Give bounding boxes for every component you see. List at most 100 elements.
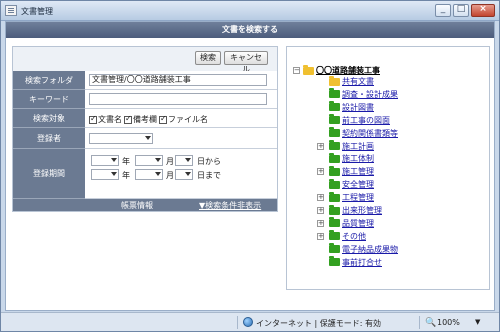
from-day-select[interactable]	[175, 155, 193, 166]
tree-item[interactable]: 品質管理	[329, 217, 374, 229]
expand-icon[interactable]: +	[317, 207, 324, 214]
tree-item[interactable]: 安全管理	[329, 178, 374, 190]
tree-item-label[interactable]: 品質管理	[342, 218, 374, 229]
maximize-button[interactable]: □	[453, 4, 469, 17]
tree-item[interactable]: 施工管理	[329, 165, 374, 177]
chevron-down-icon	[185, 158, 191, 162]
tree-item-label[interactable]: 施工体制	[342, 153, 374, 164]
browser-window: 文書管理 _ □ × 文書を検索する 検索 キャンセル 検索フォルダ 文書管理/…	[0, 0, 500, 332]
tree-item[interactable]: その他	[329, 230, 366, 242]
close-button[interactable]: ×	[471, 4, 495, 17]
folder-icon	[329, 152, 340, 163]
search-button[interactable]: 検索	[195, 51, 221, 65]
tree-root[interactable]: − 〇〇道路舗装工事	[293, 64, 380, 76]
checkbox-checked-icon	[159, 114, 167, 124]
folder-icon	[329, 88, 340, 99]
form-info-link[interactable]: 帳票情報	[121, 200, 153, 211]
tree-item[interactable]: 出来形管理	[329, 204, 382, 216]
zoom-icon[interactable]: 🔍	[425, 318, 436, 328]
checkbox-checked-icon	[124, 114, 132, 124]
folder-icon	[329, 114, 340, 125]
tree-item-label[interactable]: 共有文書	[342, 76, 374, 87]
checkbox-remarks-label: 備考欄	[133, 115, 157, 124]
tree-item-label[interactable]: 工程管理	[342, 192, 374, 203]
tree-item-label[interactable]: 施工管理	[342, 166, 374, 177]
expand-icon[interactable]: +	[317, 142, 324, 150]
document-app-icon	[5, 5, 17, 16]
to-day-unit: 日まで	[197, 171, 221, 180]
from-month-unit: 月	[166, 157, 174, 166]
tree-item[interactable]: 電子納品成果物	[329, 243, 398, 255]
maximize-icon: □	[456, 4, 466, 14]
checkbox-remarks[interactable]: 備考欄	[124, 114, 157, 125]
to-month-select[interactable]	[135, 169, 163, 180]
status-separator	[237, 316, 238, 329]
folder-icon	[329, 127, 340, 138]
tree-item-label[interactable]: その他	[342, 231, 366, 242]
row-keyword: キーワード	[13, 90, 277, 109]
expand-icon[interactable]: +	[317, 168, 324, 176]
checkbox-document-name-label: 文書名	[98, 115, 122, 124]
tree-item-label[interactable]: 施工計画	[342, 141, 374, 152]
close-icon: ×	[479, 4, 487, 14]
tree-item[interactable]: 設計図書	[329, 101, 374, 113]
tree-item-label[interactable]: 電子納品成果物	[342, 244, 398, 255]
expand-icon[interactable]: +	[317, 194, 324, 202]
period-label: 登録期間	[13, 149, 85, 199]
checkbox-document-name[interactable]: 文書名	[89, 114, 122, 125]
tree-item[interactable]: 調査・設計成果	[329, 88, 398, 100]
collapse-icon[interactable]: −	[293, 67, 300, 74]
tree-item[interactable]: 施工体制	[329, 152, 374, 164]
folder-icon	[329, 140, 340, 150]
folder-icon	[329, 101, 340, 112]
status-separator	[419, 316, 420, 329]
keyword-label: キーワード	[13, 90, 85, 109]
hide-conditions-link[interactable]: ▼検索条件非表示	[199, 200, 261, 211]
search-panel: 検索 キャンセル 検索フォルダ 文書管理/〇〇道路舗装工事 キーワード 検索対象…	[12, 46, 278, 212]
chevron-down-icon	[155, 158, 161, 162]
tree-item-label[interactable]: 設計図書	[342, 102, 374, 113]
status-bar: インターネット | 保護モード: 有効 🔍 100% ▼	[1, 312, 499, 331]
from-year-unit: 年	[122, 157, 130, 166]
chevron-down-icon	[145, 136, 151, 140]
from-year-select[interactable]	[91, 155, 119, 166]
tree-item[interactable]: 工程管理	[329, 191, 374, 203]
to-year-unit: 年	[122, 171, 130, 180]
keyword-input[interactable]	[89, 93, 267, 105]
tree-item-label[interactable]: 事前打合せ	[342, 257, 382, 268]
to-month-unit: 月	[166, 171, 174, 180]
title-bar[interactable]: 文書管理 _ □ ×	[1, 1, 499, 21]
cancel-button[interactable]: キャンセル	[224, 51, 268, 74]
minimize-button[interactable]: _	[435, 4, 451, 17]
folder-cell: 文書管理/〇〇道路舗装工事	[85, 71, 277, 90]
tree-item[interactable]: 共有文書	[329, 75, 374, 87]
zoom-level[interactable]: 100%	[437, 318, 460, 327]
chevron-down-icon	[155, 172, 161, 176]
folder-icon	[329, 217, 340, 228]
tree-root-label[interactable]: 〇〇道路舗装工事	[316, 65, 380, 76]
to-day-select[interactable]	[175, 169, 193, 180]
folder-tree: − 〇〇道路舗装工事 共有文書調査・設計成果 設計図書前工事の図面 契約関係書類等 + 施工…	[286, 46, 490, 290]
folder-input[interactable]: 文書管理/〇〇道路舗装工事	[89, 74, 267, 86]
zoom-dropdown-icon[interactable]: ▼	[475, 318, 480, 326]
expand-icon[interactable]: +	[317, 232, 324, 240]
tree-item[interactable]: 施工計画	[329, 140, 374, 152]
tree-item-label[interactable]: 契約関係書類等	[342, 128, 398, 139]
folder-icon	[329, 165, 340, 176]
from-month-select[interactable]	[135, 155, 163, 166]
registrant-cell	[85, 128, 277, 149]
checkbox-file-name[interactable]: ファイル名	[159, 114, 208, 125]
registrant-select[interactable]	[89, 133, 153, 144]
tree-item[interactable]: 前工事の図面	[329, 114, 390, 126]
globe-icon	[243, 317, 253, 327]
expand-icon[interactable]: +	[317, 219, 324, 227]
minimize-icon: _	[440, 4, 446, 14]
tree-item-label[interactable]: 調査・設計成果	[342, 89, 398, 100]
tree-item-label[interactable]: 前工事の図面	[342, 115, 390, 126]
to-year-select[interactable]	[91, 169, 119, 180]
tree-item-label[interactable]: 出来形管理	[342, 205, 382, 216]
tree-item-label[interactable]: 安全管理	[342, 179, 374, 190]
folder-icon	[329, 191, 340, 202]
tree-item[interactable]: 契約関係書類等	[329, 127, 398, 139]
tree-item[interactable]: 事前打合せ	[329, 256, 382, 268]
